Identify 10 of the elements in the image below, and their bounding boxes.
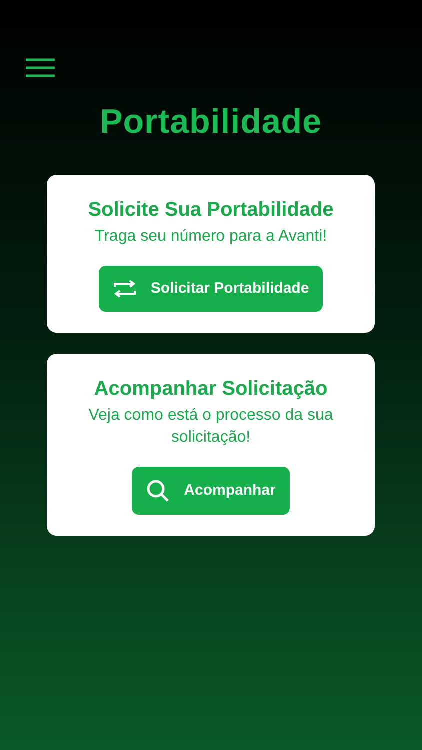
page-title: Portabilidade bbox=[99, 102, 323, 143]
card-description: Veja como está o processo da sua solicitação! bbox=[88, 406, 334, 448]
card-heading: Acompanhar Solicitação bbox=[93, 377, 329, 402]
search-icon bbox=[146, 479, 170, 504]
card-description: Traga seu número para a Avanti! bbox=[94, 226, 328, 247]
action-button[interactable]: Acompanhar bbox=[132, 467, 290, 516]
menu-button[interactable] bbox=[26, 56, 57, 76]
action-button[interactable]: Solicitar Portabilidade bbox=[98, 266, 324, 312]
card-heading: Solicite Sua Portabilidade bbox=[87, 198, 335, 223]
swap-arrows-icon bbox=[112, 280, 137, 298]
